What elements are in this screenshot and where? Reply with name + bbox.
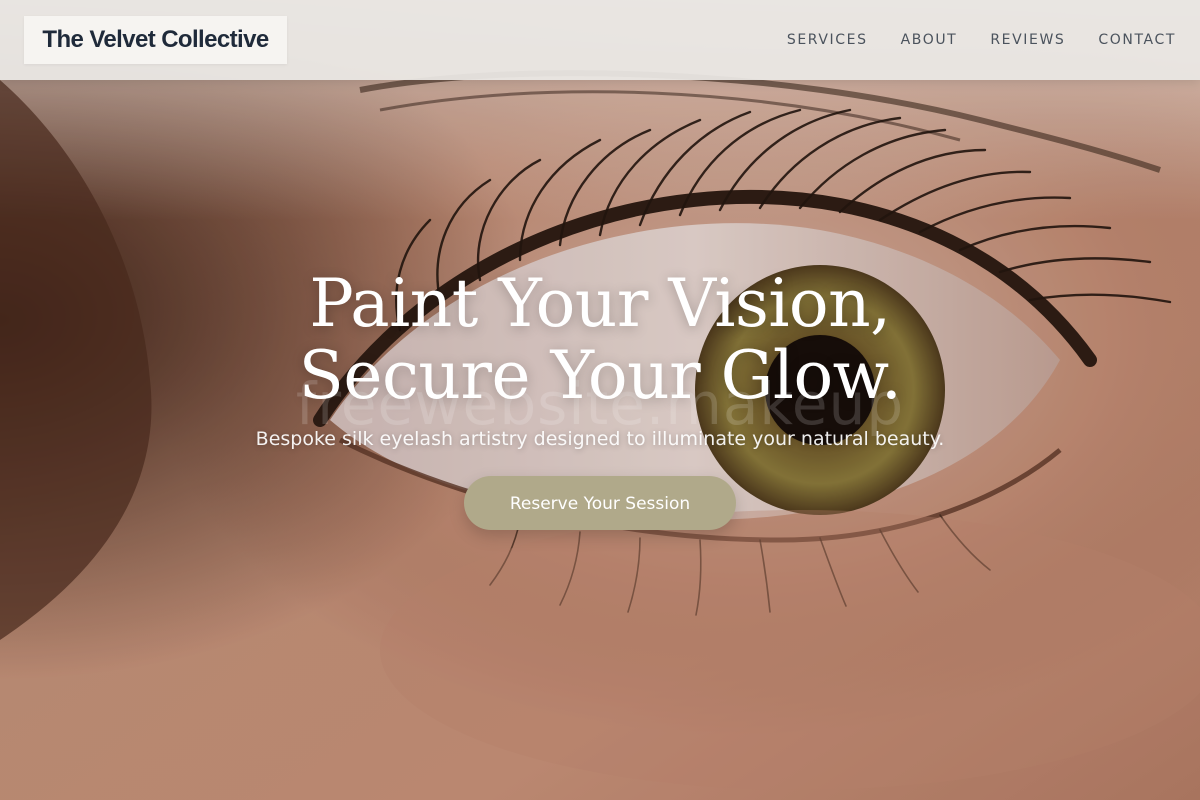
reserve-session-button[interactable]: Reserve Your Session (464, 476, 736, 530)
main-nav: SERVICES ABOUT REVIEWS CONTACT (787, 0, 1176, 80)
nav-link-contact[interactable]: CONTACT (1098, 32, 1176, 48)
hero-headline-line-1: Paint Your Vision, (309, 265, 891, 342)
hero-subtitle: Bespoke silk eyelash artistry designed t… (255, 428, 945, 450)
top-navbar: The Velvet Collective SERVICES ABOUT REV… (0, 0, 1200, 80)
hero-section: freewebsite.makeup The Velvet Collective… (0, 0, 1200, 800)
hero-headline-line-2: Secure Your Glow. (298, 337, 902, 414)
hero-headline: Paint Your Vision, Secure Your Glow. (0, 268, 1200, 412)
nav-link-services[interactable]: SERVICES (787, 32, 868, 48)
brand-logo[interactable]: The Velvet Collective (24, 16, 287, 64)
brand-name: The Velvet Collective (42, 26, 269, 53)
nav-link-about[interactable]: ABOUT (901, 32, 958, 48)
hero-content: Paint Your Vision, Secure Your Glow. Bes… (0, 268, 1200, 530)
nav-link-reviews[interactable]: REVIEWS (990, 32, 1065, 48)
